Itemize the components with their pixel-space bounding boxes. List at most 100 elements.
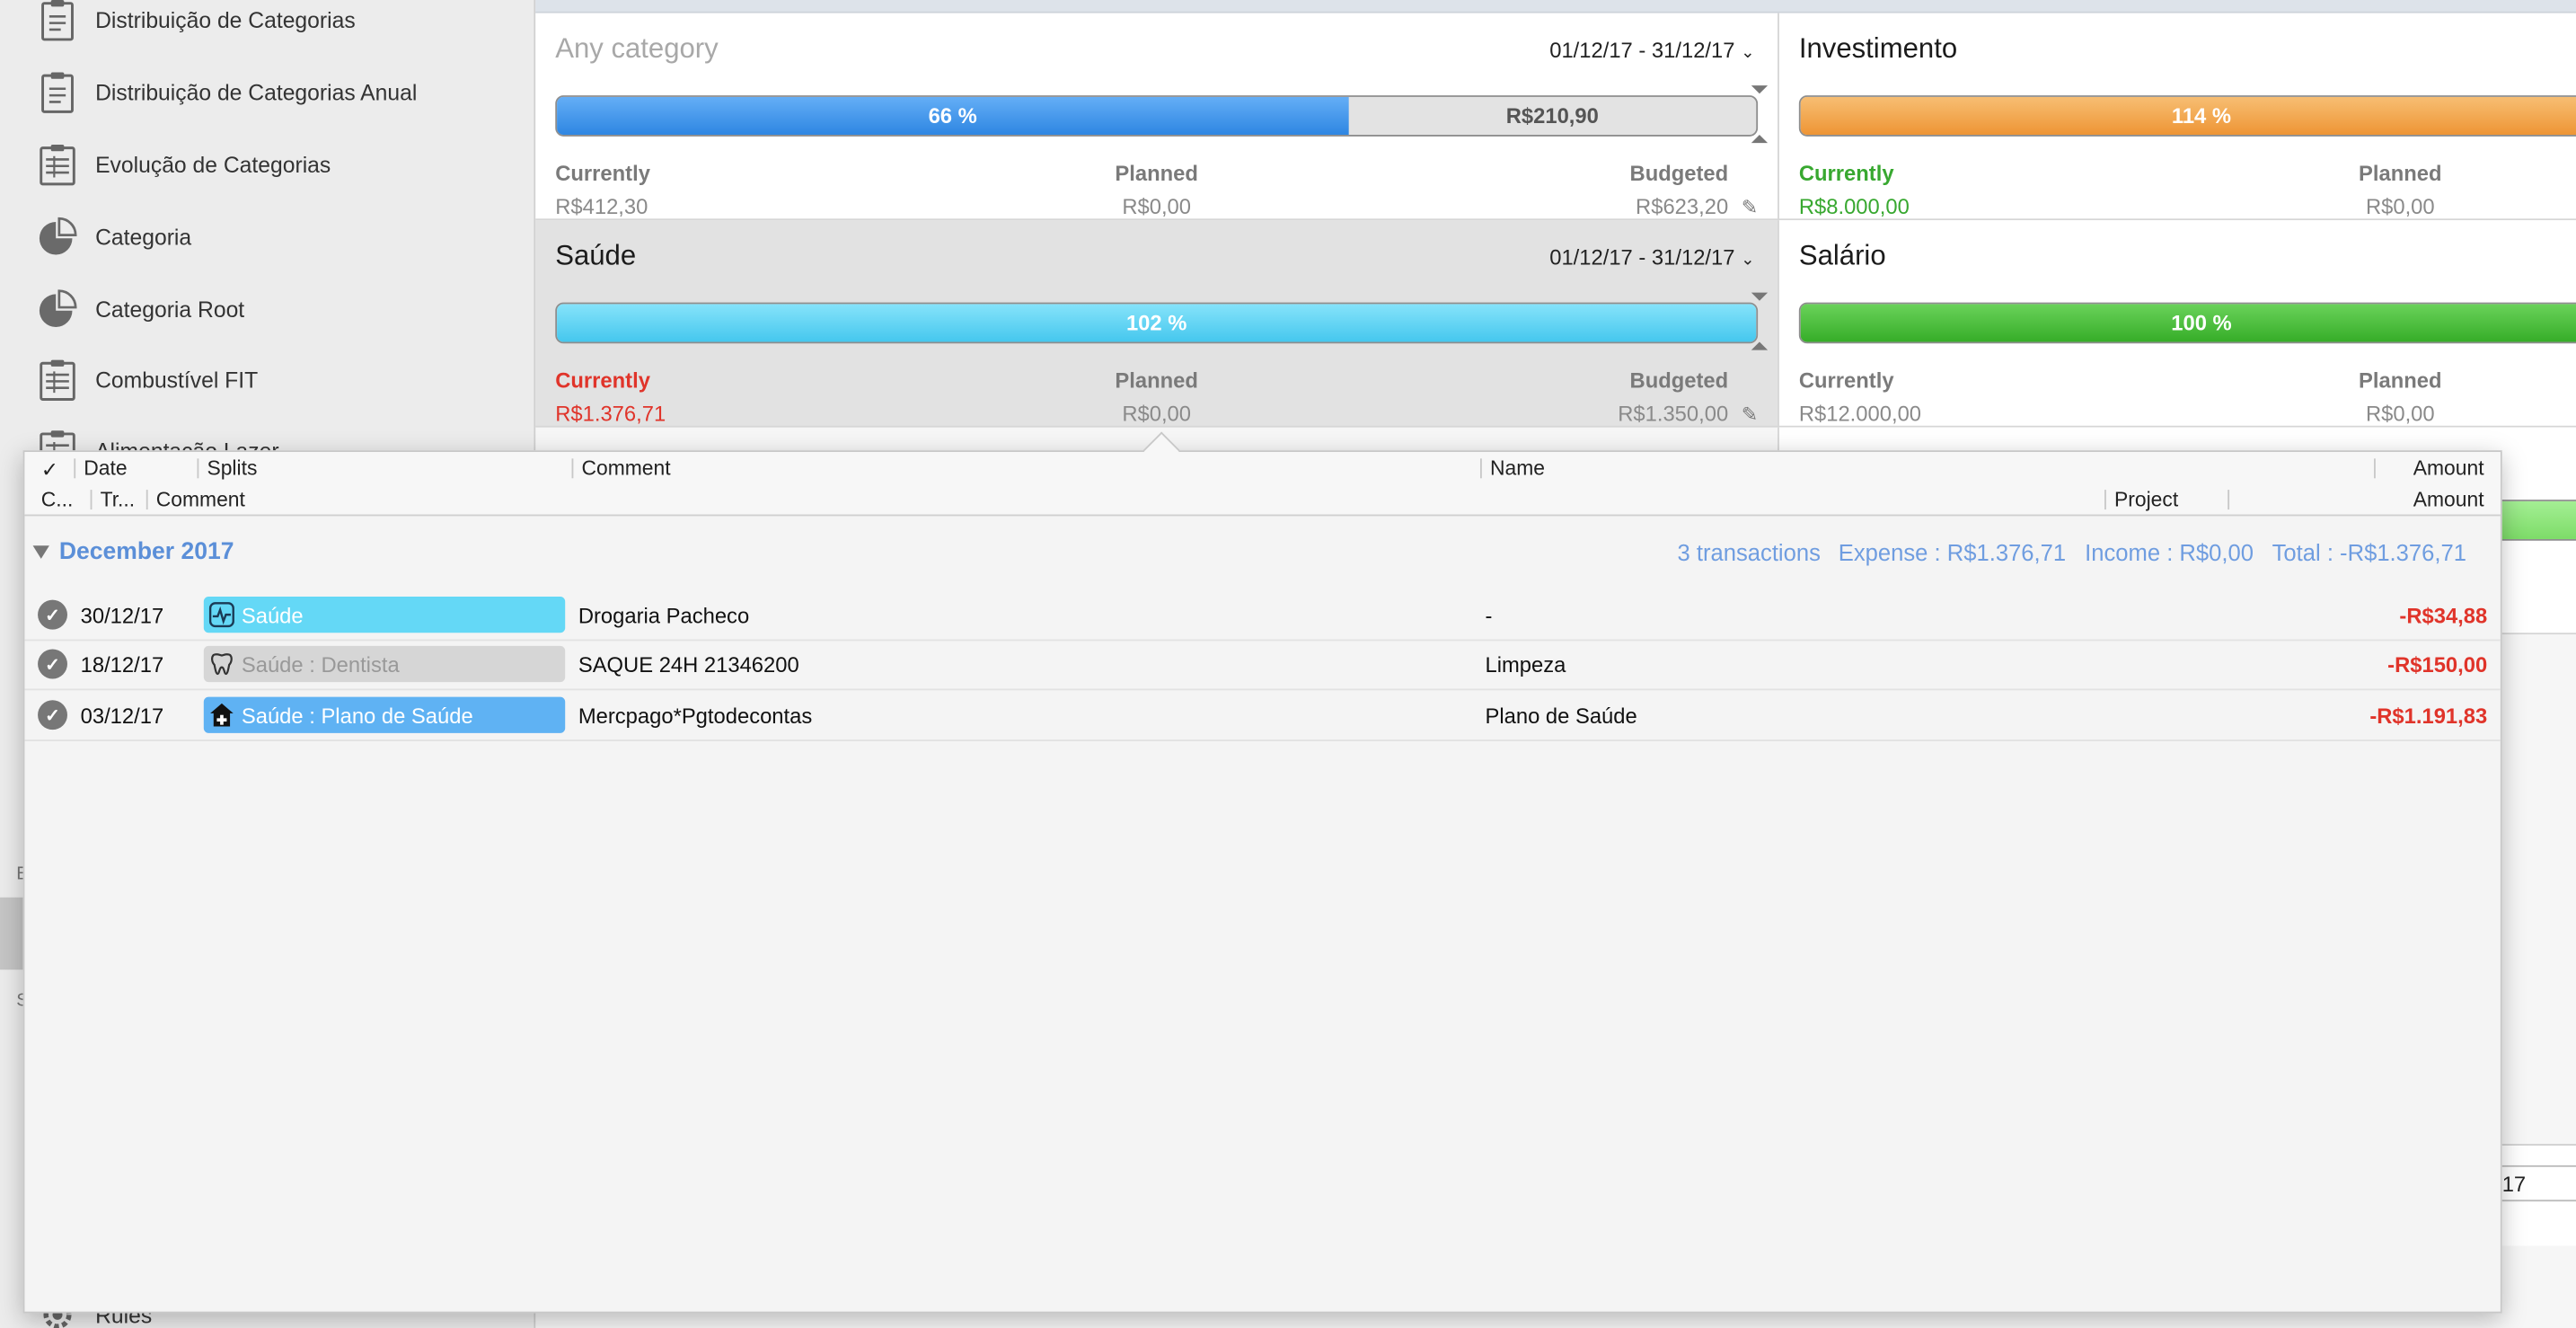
progress-fill: 100 %	[1800, 304, 2576, 342]
column-separator	[90, 490, 93, 510]
date-field-partial[interactable]: 17	[2493, 1164, 2576, 1202]
chevron-down-icon: ⌄	[1741, 251, 1755, 270]
category-label: Saúde : Dentista	[241, 651, 400, 677]
currently-value: R$412,30	[555, 193, 648, 219]
group-income: Income : R$0,00	[2085, 538, 2254, 566]
group-expense: Expense : R$1.376,71	[1838, 538, 2067, 566]
report-icon	[36, 71, 79, 114]
column-separator	[2104, 490, 2106, 510]
sidebar-item-distribuicao-categorias-anual[interactable]: Distribuição de Categorias Anual	[36, 69, 529, 115]
column-separator	[2228, 490, 2230, 510]
date-range-dropdown[interactable]: 01/12/17 - 31/12/17 ⌄	[1549, 38, 1754, 62]
transaction-row[interactable]: ✓ 03/12/17 Saúde : Plano de Saúde Mercpa…	[24, 690, 2501, 741]
edit-pencil-icon[interactable]: ✎	[1742, 403, 1758, 426]
currently-value: R$1.376,71	[555, 401, 666, 426]
medical-house-icon	[207, 701, 234, 729]
transaction-row[interactable]: ✓ 30/12/17 Saúde Drogaria Pacheco - -R$3…	[24, 590, 2501, 642]
sidebar-item-evolucao-categorias[interactable]: Evolução de Categorias	[36, 141, 529, 187]
currently-label: Currently	[555, 367, 650, 394]
column-separator	[2374, 458, 2376, 479]
budget-card-investimento[interactable]: Investimento 114 % Currently R$8.000,00 …	[1778, 13, 2576, 221]
budget-title: Any category	[555, 32, 719, 65]
column-header-tr[interactable]: Tr...	[101, 488, 136, 511]
planned-label: Planned	[2359, 367, 2442, 394]
budget-card-any-category[interactable]: Any category 01/12/17 - 31/12/17 ⌄ 66 % …	[535, 13, 1778, 221]
percent-label: 102 %	[1125, 310, 1187, 336]
currently-label: Currently	[555, 161, 650, 186]
chevron-down-icon: ⌄	[1741, 44, 1755, 63]
percent-label: 114 %	[2171, 103, 2232, 128]
cleared-checkmark-icon[interactable]: ✓	[38, 599, 67, 630]
category-label: Saúde : Plano de Saúde	[241, 702, 473, 728]
bar-marker-top	[1751, 85, 1769, 94]
transaction-date: 18/12/17	[80, 652, 164, 677]
column-separator	[146, 490, 148, 510]
sidebar-item-combustivel-fit[interactable]: Combustível FIT	[36, 357, 529, 403]
percent-label: 66 %	[928, 103, 977, 128]
report-icon	[36, 0, 79, 41]
budget-title: Saúde	[555, 240, 637, 271]
column-header-amount-2[interactable]: Amount	[2413, 488, 2484, 511]
percent-label: 100 %	[2171, 310, 2232, 336]
planned-value: R$0,00	[2365, 193, 2435, 219]
pie-chart-icon	[36, 216, 79, 259]
transaction-amount: -R$1.191,83	[2369, 703, 2488, 729]
transaction-name: Limpeza	[1485, 652, 1566, 677]
planned-value: R$0,00	[2365, 401, 2435, 426]
disclosure-triangle-icon[interactable]	[32, 545, 49, 559]
sidebar-item-label: Evolução de Categorias	[95, 152, 331, 177]
cleared-checkmark-icon[interactable]: ✓	[38, 649, 67, 679]
budget-progress-bar: 114 %	[1798, 95, 2576, 137]
budget-progress-bar: 100 %	[1798, 302, 2576, 344]
planned-label: Planned	[1115, 367, 1198, 394]
column-header-comment-2[interactable]: Comment	[156, 488, 245, 511]
sidebar-item-categoria[interactable]: Categoria	[36, 214, 529, 260]
planned-value: R$0,00	[1122, 193, 1192, 219]
transaction-comment: Mercpago*Pgtodecontas	[578, 703, 813, 729]
transaction-comment: SAQUE 24H 21346200	[578, 652, 799, 677]
transaction-amount: -R$150,00	[2387, 652, 2488, 677]
column-separator	[1480, 458, 1482, 479]
cleared-checkmark-icon[interactable]: ✓	[38, 700, 67, 730]
group-name: December 2017	[58, 538, 234, 566]
sidebar-item-label: Categoria	[95, 224, 192, 250]
transaction-comment: Drogaria Pacheco	[578, 603, 750, 628]
date-range-dropdown[interactable]: 01/12/17 - 31/12/17 ⌄	[1549, 245, 1754, 270]
edit-pencil-icon[interactable]: ✎	[1742, 196, 1758, 219]
sidebar-item-categoria-root[interactable]: Categoria Root	[36, 286, 529, 332]
transaction-name: -	[1485, 603, 1493, 628]
column-header-comment[interactable]: Comment	[581, 457, 670, 481]
top-strip	[535, 0, 2576, 13]
category-tag[interactable]: Saúde : Dentista	[203, 645, 566, 683]
budget-progress-bar: 66 % R$210,90	[555, 95, 1759, 137]
remaining-amount: R$210,90	[1505, 103, 1599, 128]
column-header-check[interactable]: ✓	[41, 457, 58, 482]
table-header: ✓ Date Splits Comment Name Amount C... T…	[24, 452, 2501, 517]
currently-label: Currently	[1798, 161, 1894, 186]
column-separator	[571, 458, 574, 479]
category-label: Saúde	[241, 602, 304, 627]
transaction-row[interactable]: ✓ 18/12/17 Saúde : Dentista SAQUE 24H 21…	[24, 640, 2501, 691]
column-header-amount[interactable]: Amount	[2413, 457, 2484, 481]
planned-label: Planned	[1115, 161, 1198, 186]
bar-marker-bottom	[1751, 341, 1769, 350]
budget-title: Investimento	[1798, 32, 1958, 65]
column-header-c[interactable]: C...	[41, 488, 74, 511]
app-window: Distribuição de Categorias Distribuição …	[0, 0, 2576, 1328]
budget-card-saude[interactable]: Saúde 01/12/17 - 31/12/17 ⌄ 102 % Curren…	[535, 220, 1778, 428]
column-header-date[interactable]: Date	[84, 457, 127, 481]
sidebar-item-label: Combustível FIT	[95, 367, 259, 393]
column-header-splits[interactable]: Splits	[207, 457, 257, 481]
category-tag[interactable]: Saúde	[203, 597, 566, 633]
column-header-name[interactable]: Name	[1490, 457, 1545, 481]
table-report-icon	[36, 359, 79, 402]
bar-marker-top	[1751, 292, 1769, 301]
category-tag[interactable]: Saúde : Plano de Saúde	[203, 696, 566, 733]
column-separator	[74, 458, 76, 479]
transaction-amount: -R$34,88	[2399, 603, 2488, 628]
group-row-december-2017[interactable]: December 2017 3 transactions Expense : R…	[24, 518, 2500, 589]
sidebar-item-label: Categoria Root	[95, 297, 245, 322]
budget-card-salario[interactable]: Salário 100 % Currently R$12.000,00 Plan…	[1778, 220, 2576, 428]
sidebar-item-distribuicao-categorias[interactable]: Distribuição de Categorias	[36, 0, 529, 43]
column-header-project[interactable]: Project	[2114, 488, 2178, 511]
